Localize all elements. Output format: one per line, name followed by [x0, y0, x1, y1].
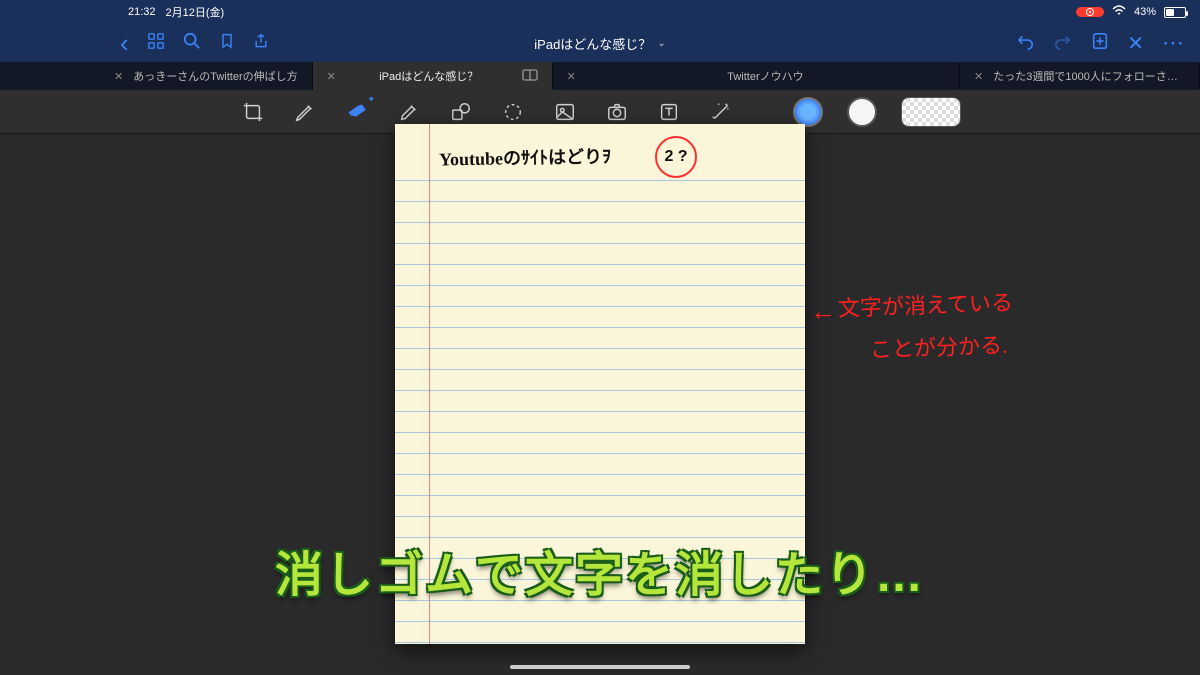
annotation-line-2: ことが分かる.	[869, 328, 1008, 368]
app-nav-bar: ‹ iPadはどんな感じ？ ⌄ ✕ ⋯	[0, 24, 1200, 62]
back-button[interactable]: ‹	[120, 28, 129, 59]
status-time: 21:32	[128, 6, 156, 18]
tab-3[interactable]: ✕ たった3週間で1000人にフォローされる「フ…	[960, 62, 1200, 90]
annotation-line-1: 文字が消えている	[837, 285, 1013, 326]
status-date: 2月12日(金)	[166, 4, 225, 20]
close-button[interactable]: ✕	[1127, 31, 1144, 56]
eraser-tool[interactable]: ✦	[343, 98, 371, 126]
recording-indicator[interactable]	[1076, 7, 1104, 17]
crop-tool[interactable]	[239, 98, 267, 126]
pen-tool[interactable]	[291, 98, 319, 126]
close-icon[interactable]: ✕	[974, 70, 983, 83]
lasso-tool[interactable]	[499, 98, 527, 126]
thumbnails-button[interactable]	[147, 32, 165, 55]
camera-tool[interactable]	[603, 98, 631, 126]
home-indicator[interactable]	[510, 665, 690, 669]
chevron-down-icon: ⌄	[657, 38, 665, 49]
canvas-area[interactable]: Youtubeのｻｲﾄはどりｦ 2 ? ← 文字が消えている ことが分かる. 消…	[0, 134, 1200, 675]
share-button[interactable]	[253, 32, 269, 55]
wand-tool[interactable]	[707, 98, 735, 126]
text-tool[interactable]	[655, 98, 683, 126]
color-swatch-1[interactable]	[793, 97, 823, 127]
document-title[interactable]: iPadはどんな感じ？ ⌄	[534, 34, 665, 53]
close-icon[interactable]: ✕	[567, 70, 576, 83]
tab-0[interactable]: ✕ あっきーさんのTwitterの伸ばし方	[100, 62, 313, 90]
image-tool[interactable]	[551, 98, 579, 126]
close-icon[interactable]: ✕	[114, 70, 123, 83]
annotation-arrow: ←	[810, 296, 836, 327]
more-button[interactable]: ⋯	[1162, 30, 1186, 56]
highlighter-tool[interactable]	[395, 98, 423, 126]
bookmark-button[interactable]	[219, 32, 235, 55]
handwritten-text: Youtubeのｻｲﾄはどりｦ	[439, 143, 611, 172]
color-swatch-2[interactable]	[847, 97, 877, 127]
paper-template-swatch[interactable]	[901, 97, 961, 127]
tab-2[interactable]: ✕ Twitterノウハウ	[553, 62, 960, 90]
wifi-icon	[1112, 5, 1126, 19]
tab-1[interactable]: ✕ iPadはどんな感じ？	[313, 62, 553, 90]
redo-button[interactable]	[1053, 32, 1073, 55]
shapes-tool[interactable]	[447, 98, 475, 126]
search-button[interactable]	[183, 32, 201, 55]
status-bar: 21:32 2月12日(金) 43%	[0, 0, 1200, 24]
video-caption: 消しゴムで文字を消したり…	[275, 535, 925, 605]
battery-icon	[1164, 7, 1186, 18]
document-tabs: ✕ あっきーさんのTwitterの伸ばし方 ✕ iPadはどんな感じ？ ✕ Tw…	[0, 62, 1200, 90]
split-view-icon[interactable]	[522, 69, 538, 84]
close-icon[interactable]: ✕	[327, 70, 336, 83]
add-page-button[interactable]	[1091, 32, 1109, 55]
undo-button[interactable]	[1015, 32, 1035, 55]
battery-percent: 43%	[1134, 6, 1156, 18]
circled-mark: 2 ?	[655, 136, 697, 178]
